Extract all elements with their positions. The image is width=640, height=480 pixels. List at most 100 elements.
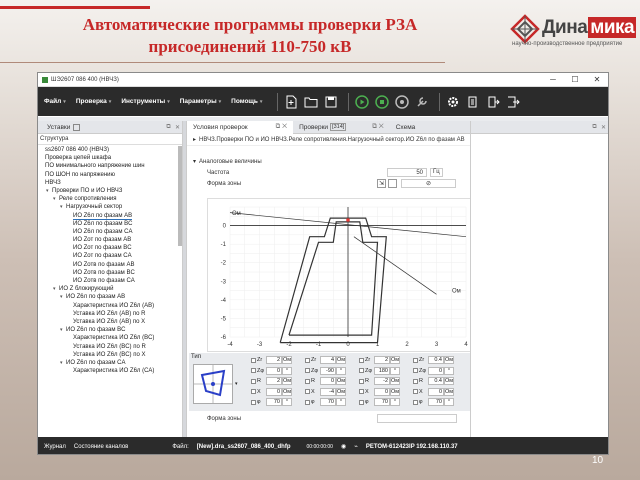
tree-item[interactable]: ▾ Нагрузочный сектор [38,203,182,211]
menu-parameters[interactable]: Параметры ▾ [180,98,221,105]
param-unit-select[interactable]: Ом [444,377,454,386]
param-unit-select[interactable]: Ом [282,356,292,365]
param-value-input[interactable]: 70 [320,398,336,407]
param-value-input[interactable]: 2 [266,356,282,365]
param-value-input[interactable]: -90 [320,366,336,375]
zone-copy-icon[interactable] [388,179,397,188]
tree-item[interactable]: ИО Z6л по фазам BC [38,220,182,228]
param-value-input[interactable]: 0 [374,387,390,396]
param-unit-select[interactable]: ° [282,366,292,375]
param-unit-select[interactable]: ° [390,366,400,375]
tree-scrollbar[interactable] [178,146,182,246]
param-value-input[interactable]: 2 [374,356,390,365]
param-value-input[interactable]: 4 [320,356,336,365]
tree-item[interactable]: ИО Zот по фазам CA [38,252,182,260]
param-unit-select[interactable]: Ом [390,356,400,365]
tree-item[interactable]: Уставка ИО Z6л (AB) по X [38,318,182,326]
param-unit-select[interactable]: Ом [390,387,400,396]
param-value-input[interactable]: 0 [320,377,336,386]
param-checkbox[interactable] [413,378,418,384]
close-schema-icon[interactable]: ✕ [599,124,608,131]
tree-item[interactable]: ▾ ИО Z6л по фазам BC [38,326,182,334]
tree-item[interactable]: ▾ ИО Z блокирующий [38,285,182,293]
menu-tools[interactable]: Инструменты ▾ [121,98,169,105]
tree-item[interactable]: ▾ Проверки ПО и ИО НВЧЗ [38,187,182,195]
tree-item[interactable]: Характеристика ИО Z6л (AB) [38,302,182,310]
zone-type-preview[interactable] [193,364,233,404]
menu-help[interactable]: Помощь ▾ [231,98,262,105]
param-unit-select[interactable]: ° [390,398,400,407]
tree-item[interactable]: ▾ ИО Z6л по фазам CA [38,359,182,367]
param-checkbox[interactable] [359,357,364,363]
param-value-input[interactable]: -4 [320,387,336,396]
param-checkbox[interactable] [305,378,310,384]
tree-item[interactable]: Уставка ИО Z6л (BC) по R [38,343,182,351]
new-file-icon[interactable] [283,94,299,110]
tab-conditions[interactable]: Условия проверок ⧉ ✕ [187,120,294,134]
settings-icon[interactable] [445,94,461,110]
param-value-input[interactable]: 2 [266,377,282,386]
channels-link[interactable]: Состояние каналов [74,444,128,450]
minimize-button[interactable]: ─ [542,75,564,84]
param-checkbox[interactable] [251,357,256,363]
zone-chart[interactable]: -4 -3 -2 -1 0 1 2 3 4 0 -1 -2 -3 -4 -5 -6 Ом Ом [207,198,477,352]
tree-item[interactable]: ПО ШОН по напряжению [38,171,182,179]
tree-item[interactable]: Уставка ИО Z6л (BC) по X [38,351,182,359]
stop-icon[interactable] [374,94,390,110]
record-icon[interactable] [394,94,410,110]
tree-item[interactable]: ▾ ИО Z6л по фазам AB [38,293,182,301]
tab-checks[interactable]: Проверки [314] ⧉ ✕ [293,121,390,134]
analog-section[interactable]: ▾ Аналоговые величины [187,156,498,167]
tree-item[interactable]: ПО минимального напряжение шин [38,162,182,170]
restore-panel-icon[interactable]: ⧉ [164,124,173,131]
zone-edit-icon[interactable]: ⇲ [377,179,386,188]
wrench-icon[interactable] [414,94,430,110]
param-unit-select[interactable]: Ом [390,377,400,386]
param-unit-select[interactable]: Ом [336,387,346,396]
param-unit-select[interactable]: ° [336,366,346,375]
open-folder-icon[interactable] [303,94,319,110]
param-unit-select[interactable]: Ом [282,387,292,396]
param-checkbox[interactable] [251,389,256,395]
close-panel-icon[interactable]: ✕ [173,124,182,131]
menu-file[interactable]: Файл ▾ [44,98,66,105]
param-value-input[interactable]: 180 [374,366,390,375]
param-value-input[interactable]: 70 [266,398,282,407]
tree-item[interactable]: ▾ Реле сопротивления [38,195,182,203]
save-icon[interactable] [323,94,339,110]
param-unit-select[interactable]: ° [444,366,454,375]
tree-item[interactable]: ИО Zот по фазам BC [38,244,182,252]
param-checkbox[interactable] [305,399,310,405]
param-unit-select[interactable]: Ом [444,387,454,396]
param-checkbox[interactable] [251,368,256,374]
param-value-input[interactable]: 0 [428,387,444,396]
param-value-input[interactable]: 70 [428,398,444,407]
param-value-input[interactable]: 0 [266,387,282,396]
tree-item[interactable]: Характеристика ИО Z6л (CA) [38,367,182,375]
param-value-input[interactable]: 0 [428,366,444,375]
param-checkbox[interactable] [359,368,364,374]
tree-item[interactable]: ИО Z6л по фазам AB [38,212,182,220]
type-dropdown-icon[interactable]: ▾ [235,381,238,387]
tree-item[interactable]: ИО Zотв по фазам BC [38,269,182,277]
param-value-input[interactable]: 70 [374,398,390,407]
tree-item[interactable]: Характеристика ИО Z6л (BC) [38,334,182,342]
param-checkbox[interactable] [413,368,418,374]
param-unit-select[interactable]: Ом [444,356,454,365]
list-view-icon[interactable] [73,123,81,131]
zone-link-input[interactable]: ⊘ [401,179,456,188]
param-value-input[interactable]: 0.4 [428,377,444,386]
param-unit-select[interactable]: ° [444,398,454,407]
param-checkbox[interactable] [305,368,310,374]
export-icon[interactable] [485,94,501,110]
close-button[interactable]: ✕ [586,75,608,84]
param-unit-select[interactable]: Ом [336,356,346,365]
tab-schema[interactable]: Схема [390,121,422,134]
param-checkbox[interactable] [305,389,310,395]
zone-shape-input-2[interactable] [377,414,457,423]
param-unit-select[interactable]: ° [282,398,292,407]
param-checkbox[interactable] [359,389,364,395]
tree-item[interactable]: ИО Zотв по фазам AB [38,261,182,269]
document-icon[interactable] [465,94,481,110]
param-checkbox[interactable] [305,357,310,363]
